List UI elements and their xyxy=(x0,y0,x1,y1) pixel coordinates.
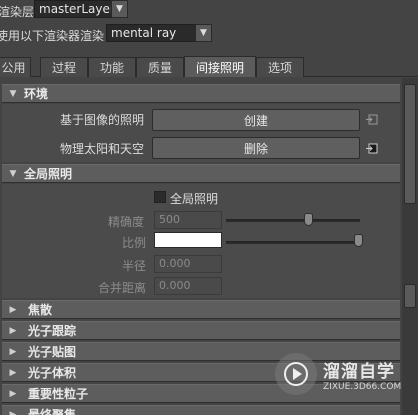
watermark-url: ZIXUE.3D66.COM xyxy=(323,381,402,392)
render-layer-label: 渲染层 xyxy=(0,5,35,19)
render-layer-value: masterLayer xyxy=(39,2,115,16)
watermark-logo-icon xyxy=(275,353,317,395)
map-connect-icon[interactable] xyxy=(366,114,378,125)
renderer-dropdown-arrow[interactable]: ▼ xyxy=(195,24,212,42)
renderer-dropdown[interactable]: mental ray xyxy=(106,24,196,42)
tab-features[interactable]: 功能 xyxy=(88,57,136,77)
scale-color-swatch[interactable] xyxy=(154,232,222,248)
section-gi-header[interactable]: ▼ 全局照明 xyxy=(2,164,400,183)
accuracy-slider[interactable] xyxy=(226,219,360,222)
accuracy-slider-thumb[interactable] xyxy=(304,213,313,226)
sun-sky-delete-button[interactable]: 删除 xyxy=(152,137,360,159)
radius-field[interactable]: 0.000 xyxy=(154,255,222,273)
expand-right-icon: ▶ xyxy=(9,409,17,415)
section-final-gather-title: 最终聚集 xyxy=(28,408,77,415)
watermark: 溜溜自学 ZIXUE.3D66.COM xyxy=(275,350,413,398)
scrollbar-thumb-lower[interactable] xyxy=(404,284,416,308)
expand-down-icon: ▼ xyxy=(9,168,17,179)
gi-checkbox-label: 全局照明 xyxy=(170,192,219,206)
merge-distance-label: 合并距离 xyxy=(98,281,147,295)
section-caustics-title: 焦散 xyxy=(28,303,53,317)
expand-right-icon: ▶ xyxy=(9,304,17,315)
section-environment-header[interactable]: ▼ 环境 xyxy=(2,84,400,103)
gi-checkbox[interactable] xyxy=(154,191,166,203)
scale-label: 比例 xyxy=(122,236,147,250)
expand-right-icon: ▶ xyxy=(9,367,17,378)
expand-right-icon: ▶ xyxy=(9,325,17,336)
sun-sky-label: 物理太阳和天空 xyxy=(60,142,145,156)
section-environment-body: 基于图像的照明 创建 物理太阳和天空 删除 xyxy=(2,104,400,162)
section-importons-title: 重要性粒子 xyxy=(28,387,89,401)
merge-distance-field[interactable]: 0.000 xyxy=(154,277,222,295)
renderer-use-label: 使用以下渲染器渲染 xyxy=(0,29,105,43)
section-gi-body: 全局照明 精确度 500 比例 半径 0.000 合并距离 0.000 xyxy=(2,184,400,298)
expand-down-icon: ▼ xyxy=(9,88,17,99)
ibl-label: 基于图像的照明 xyxy=(60,113,145,127)
tab-quality[interactable]: 质量 xyxy=(136,57,184,77)
section-gi-title: 全局照明 xyxy=(24,167,73,181)
expand-right-icon: ▶ xyxy=(9,346,17,357)
scale-slider[interactable] xyxy=(226,241,360,244)
accuracy-label: 精确度 xyxy=(108,215,145,229)
scale-slider-thumb[interactable] xyxy=(354,234,363,247)
section-caustics-header[interactable]: ▶ 焦散 xyxy=(2,300,400,319)
render-layer-dropdown-arrow[interactable]: ▼ xyxy=(111,0,128,18)
scrollbar-thumb[interactable] xyxy=(404,84,416,204)
ibl-create-button[interactable]: 创建 xyxy=(152,109,360,131)
section-photon-tracing-title: 光子跟踪 xyxy=(28,324,77,338)
tab-passes[interactable]: 过程 xyxy=(40,57,88,77)
render-layer-dropdown[interactable]: masterLayer xyxy=(34,0,115,18)
section-final-gather-header[interactable]: ▶ 最终聚集 xyxy=(2,405,400,415)
watermark-title: 溜溜自学 xyxy=(323,361,395,382)
tab-options[interactable]: 选项 xyxy=(256,57,304,77)
section-photon-volume-title: 光子体积 xyxy=(28,366,77,380)
accuracy-field[interactable]: 500 xyxy=(154,211,222,229)
section-environment-title: 环境 xyxy=(24,87,49,101)
tab-bar: 公用 过程 功能 质量 间接照明 选项 xyxy=(0,55,418,77)
expand-right-icon: ▶ xyxy=(9,388,17,399)
section-photon-tracing-header[interactable]: ▶ 光子跟踪 xyxy=(2,321,400,340)
renderer-value: mental ray xyxy=(111,26,177,40)
tab-common[interactable]: 公用 xyxy=(0,57,31,77)
radius-label: 半径 xyxy=(122,259,147,273)
section-photon-map-title: 光子贴图 xyxy=(28,345,77,359)
map-connected-icon[interactable] xyxy=(366,143,378,154)
tab-indirect-lighting[interactable]: 间接照明 xyxy=(184,56,256,77)
